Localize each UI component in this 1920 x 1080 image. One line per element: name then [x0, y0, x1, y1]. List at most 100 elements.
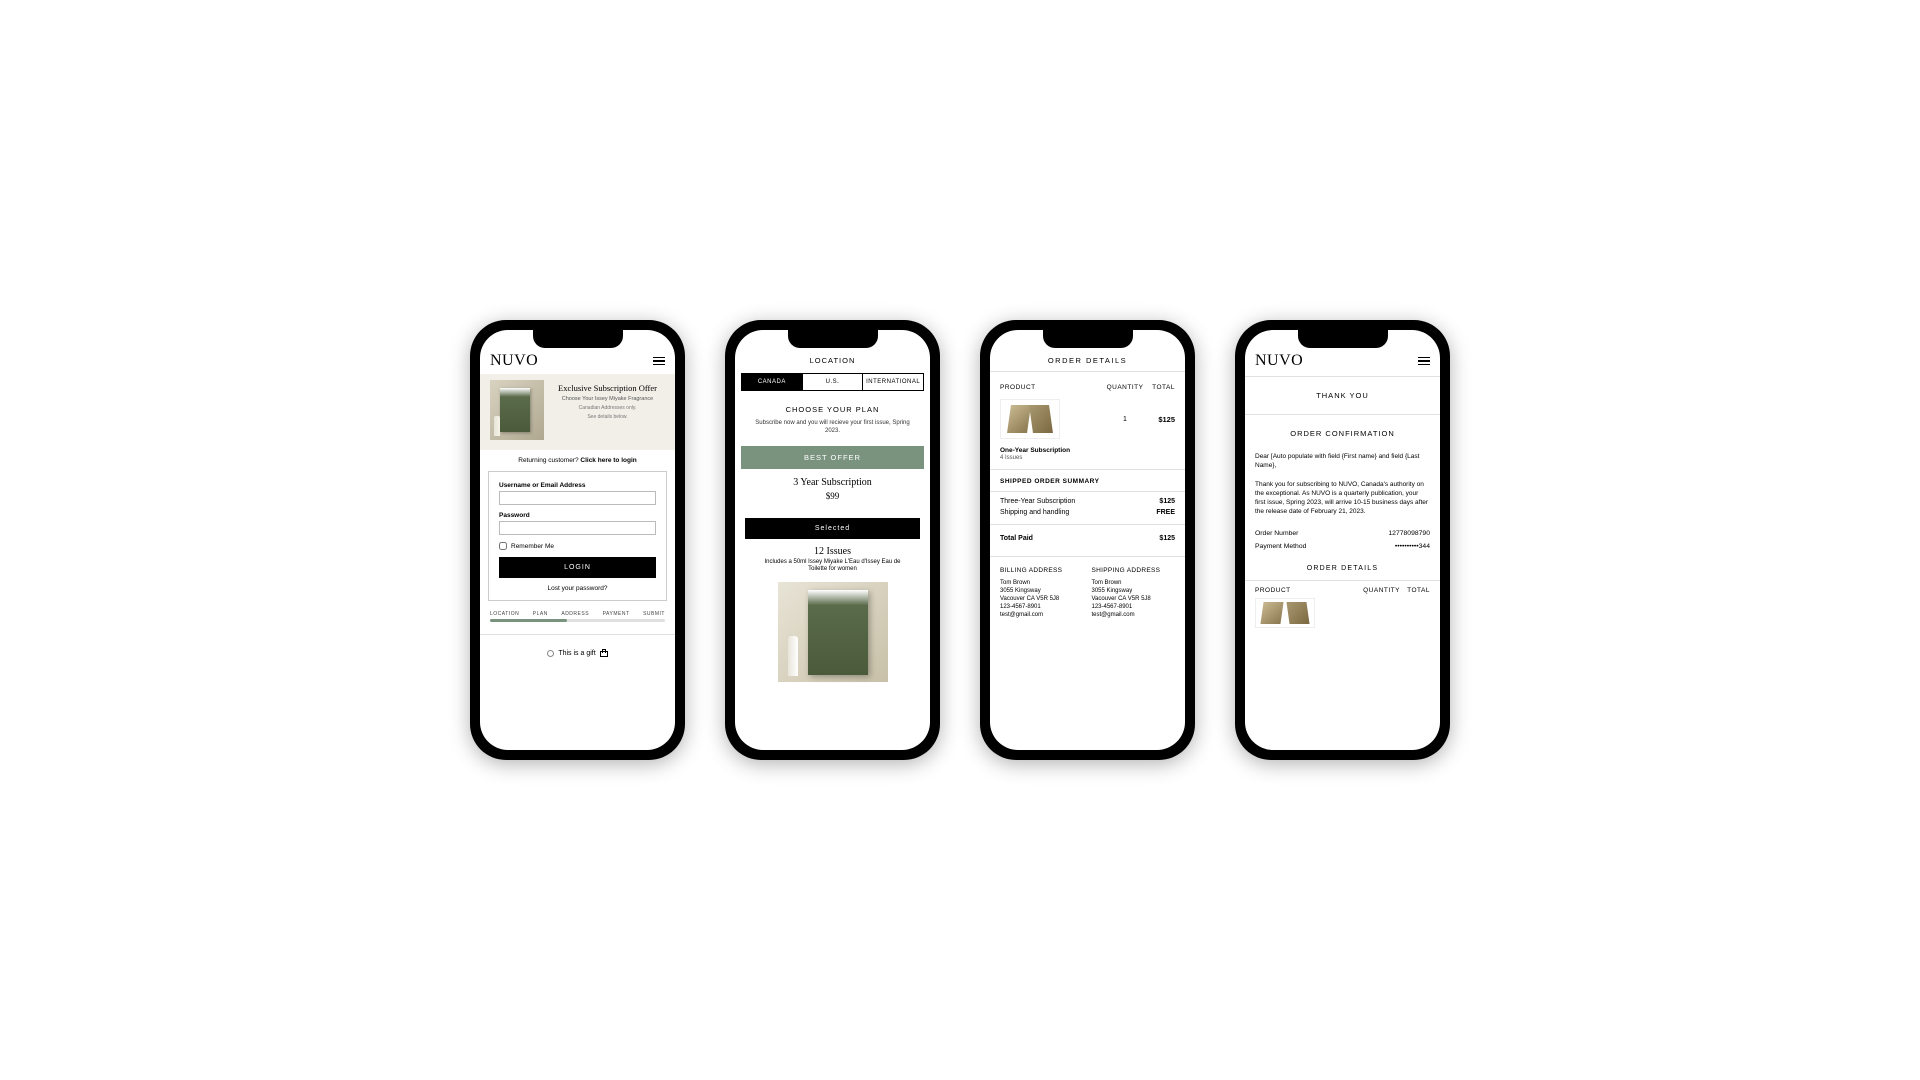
- checkout-steps: LOCATION PLAN ADDRESS PAYMENT SUBMIT: [480, 601, 675, 619]
- billing-title: BILLING ADDRESS: [1000, 567, 1084, 574]
- summary-title: SHIPPED ORDER SUMMARY: [990, 469, 1185, 491]
- username-label: Username or Email Address: [499, 482, 656, 489]
- payment-label: Payment Method: [1255, 543, 1306, 550]
- step-location: LOCATION: [490, 611, 519, 617]
- step-address: ADDRESS: [561, 611, 589, 617]
- order-number-label: Order Number: [1255, 530, 1298, 537]
- perfume-bottle-icon: [788, 636, 798, 676]
- username-input[interactable]: [499, 491, 656, 505]
- addr-phone: 123-4567-8901: [1092, 603, 1176, 611]
- shipping-address: SHIPPING ADDRESS Tom Brown 3055 Kingsway…: [1092, 567, 1176, 619]
- hero-banner: Exclusive Subscription Offer Choose Your…: [480, 374, 675, 450]
- step-plan: PLAN: [533, 611, 548, 617]
- addr-city: Vacouver CA V5R 5J8: [1000, 595, 1084, 603]
- thank-you-title: THANK YOU: [1245, 377, 1440, 414]
- confirmation-title: ORDER CONFIRMATION: [1245, 415, 1440, 446]
- location-tabs: CANADA U.S. INTERNATIONAL: [741, 373, 924, 391]
- plan-image: [778, 582, 888, 682]
- password-label: Password: [499, 512, 656, 519]
- remember-me-row[interactable]: Remember Me: [499, 542, 656, 550]
- gift-icon: [600, 649, 608, 657]
- col-product: PRODUCT: [1255, 587, 1360, 594]
- choose-plan-title: CHOOSE YOUR PLAN: [735, 391, 930, 418]
- lost-password-link[interactable]: Lost your password?: [499, 585, 656, 592]
- shipping-title: SHIPPING ADDRESS: [1092, 567, 1176, 574]
- summary-label: Three-Year Subscription: [1000, 498, 1075, 505]
- summary-value: FREE: [1156, 509, 1175, 516]
- addr-email: test@gmail.com: [1092, 611, 1176, 619]
- payment-method-row: Payment Method ••••••••••344: [1255, 540, 1430, 553]
- hamburger-icon[interactable]: [653, 357, 665, 366]
- tab-international[interactable]: INTERNATIONAL: [863, 373, 924, 391]
- col-quantity: QUANTITY: [1105, 384, 1145, 391]
- addr-street: 3055 Kingsway: [1092, 587, 1176, 595]
- progress-bar: [490, 619, 665, 622]
- col-quantity: QUANTITY: [1360, 587, 1400, 594]
- col-total: TOTAL: [1400, 587, 1430, 594]
- step-submit: SUBMIT: [643, 611, 665, 617]
- order-number-value: 12778098790: [1388, 530, 1430, 537]
- billing-address: BILLING ADDRESS Tom Brown 3055 Kingsway …: [1000, 567, 1084, 619]
- table-header: PRODUCT QUANTITY TOTAL: [990, 372, 1185, 395]
- address-section: BILLING ADDRESS Tom Brown 3055 Kingsway …: [990, 556, 1185, 629]
- product-total: $125: [1145, 415, 1175, 424]
- product-row: 1 $125: [990, 395, 1185, 447]
- hero-subtitle: Choose Your Issey Miyake Fragrance: [550, 396, 665, 402]
- brand-logo: NUVO: [1255, 352, 1303, 370]
- tab-canada[interactable]: CANADA: [741, 373, 803, 391]
- login-form: Username or Email Address Password Remem…: [488, 471, 667, 601]
- password-input[interactable]: [499, 521, 656, 535]
- product-image: [1000, 399, 1060, 439]
- addr-phone: 123-4567-8901: [1000, 603, 1084, 611]
- payment-value: ••••••••••344: [1395, 543, 1430, 550]
- hero-title: Exclusive Subscription Offer: [550, 384, 665, 394]
- addr-email: test@gmail.com: [1000, 611, 1084, 619]
- plan-card: 3 Year Subscription $99: [735, 469, 930, 511]
- gift-toggle-row[interactable]: This is a gift: [480, 635, 675, 671]
- location-title: LOCATION: [735, 348, 930, 369]
- login-link[interactable]: Click here to login: [580, 457, 636, 464]
- addr-street: 3055 Kingsway: [1000, 587, 1084, 595]
- plan-price: $99: [745, 491, 920, 501]
- subscription-issues: 4 Issues: [990, 454, 1185, 469]
- phone-thank-you: NUVO THANK YOU ORDER CONFIRMATION Dear […: [1235, 320, 1450, 760]
- total-label: Total Paid: [1000, 535, 1033, 542]
- addr-name: Tom Brown: [1000, 579, 1084, 587]
- gift-label: This is a gift: [558, 650, 595, 657]
- hero-note-1: Canadian Addresses only.: [550, 405, 665, 411]
- col-product: PRODUCT: [1000, 384, 1105, 391]
- hero-note-2: See details below.: [550, 414, 665, 420]
- remember-checkbox[interactable]: [499, 542, 507, 550]
- includes-text: Includes a 50ml Issey Miyake L'Eau d'Iss…: [735, 557, 930, 577]
- returning-customer-row: Returning customer? Click here to login: [480, 450, 675, 471]
- summary-row: Shipping and handling FREE: [990, 507, 1185, 518]
- order-details-title: ORDER DETAILS: [1245, 553, 1440, 580]
- brand-logo: NUVO: [490, 352, 538, 370]
- total-value: $125: [1159, 535, 1175, 542]
- remember-label: Remember Me: [511, 543, 554, 550]
- summary-label: Shipping and handling: [1000, 509, 1069, 516]
- perfume-bottle-icon: [494, 416, 500, 436]
- phone-login: NUVO Exclusive Subscription Offer Choose…: [470, 320, 685, 760]
- step-payment: PAYMENT: [603, 611, 630, 617]
- hamburger-icon[interactable]: [1418, 357, 1430, 366]
- summary-value: $125: [1159, 498, 1175, 505]
- phone-plan: LOCATION CANADA U.S. INTERNATIONAL CHOOS…: [725, 320, 940, 760]
- best-offer-badge: BEST OFFER: [741, 446, 924, 469]
- issues-count: 12 Issues: [735, 546, 930, 557]
- product-image: [1255, 598, 1315, 628]
- order-number-row: Order Number 12778098790: [1255, 527, 1430, 540]
- selected-button[interactable]: Selected: [745, 518, 920, 539]
- tab-us[interactable]: U.S.: [803, 373, 864, 391]
- gift-radio[interactable]: [547, 650, 554, 657]
- product-qty: 1: [1105, 416, 1145, 423]
- addr-name: Tom Brown: [1092, 579, 1176, 587]
- choose-plan-subtitle: Subscribe now and you will recieve your …: [735, 418, 930, 442]
- login-button[interactable]: LOGIN: [499, 557, 656, 578]
- total-row: Total Paid $125: [990, 524, 1185, 552]
- order-details-title: ORDER DETAILS: [990, 348, 1185, 371]
- greeting: Dear [Auto populate with field {First na…: [1255, 446, 1430, 476]
- col-total: TOTAL: [1145, 384, 1175, 391]
- summary-row: Three-Year Subscription $125: [990, 496, 1185, 507]
- addr-city: Vacouver CA V5R 5J8: [1092, 595, 1176, 603]
